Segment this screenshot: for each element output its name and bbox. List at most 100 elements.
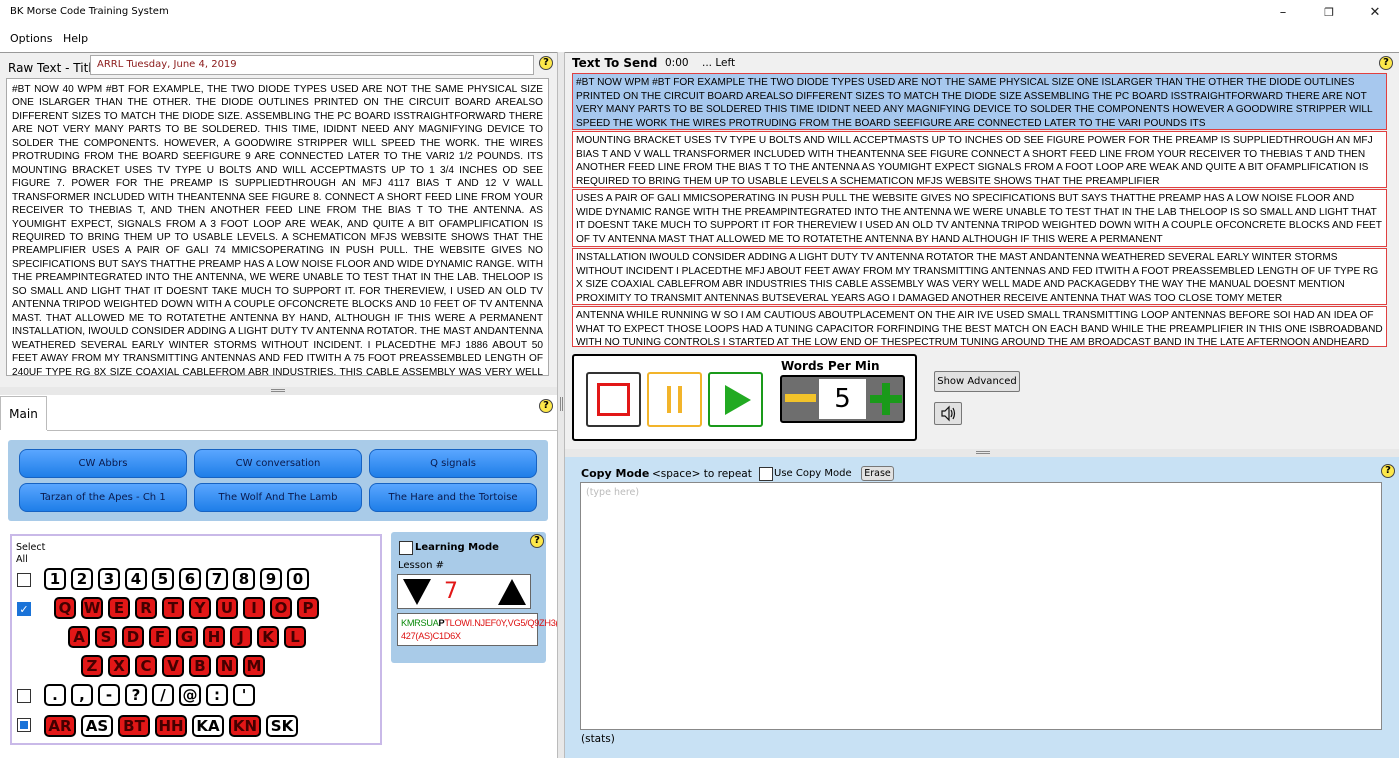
key-digits-5[interactable]: 6 — [179, 568, 201, 590]
tab-main[interactable]: Main — [0, 396, 47, 430]
key-row1-3[interactable]: R — [135, 597, 157, 619]
key-punct-2[interactable]: - — [98, 684, 120, 706]
key-row1-7[interactable]: I — [243, 597, 265, 619]
time-left: ... Left — [702, 57, 736, 69]
title-input[interactable]: ARRL Tuesday, June 4, 2019 — [90, 55, 534, 75]
key-digits-1[interactable]: 2 — [71, 568, 93, 590]
help-icon[interactable]: ? — [1379, 56, 1393, 70]
send-paragraph[interactable]: INSTALLATION IWOULD CONSIDER ADDING A LI… — [572, 248, 1387, 305]
key-row3-6[interactable]: M — [243, 655, 265, 677]
menu-help[interactable]: Help — [63, 32, 88, 45]
key-row1-1[interactable]: W — [81, 597, 103, 619]
send-paragraph[interactable]: ANTENNA WHILE RUNNING W SO I AM CAUTIOUS… — [572, 306, 1387, 347]
key-row1-6[interactable]: U — [216, 597, 238, 619]
copy-input[interactable]: (type here) — [580, 482, 1382, 730]
key-digits-8[interactable]: 9 — [260, 568, 282, 590]
prosigns-checkbox[interactable] — [17, 718, 31, 732]
vertical-splitter[interactable] — [557, 52, 565, 758]
key-punct-4[interactable]: / — [152, 684, 174, 706]
key-row1-0[interactable]: Q — [54, 597, 76, 619]
close-icon[interactable]: ✕ — [1352, 0, 1398, 26]
key-digits-3[interactable]: 4 — [125, 568, 147, 590]
key-row1-8[interactable]: O — [270, 597, 292, 619]
time-readout: 0:00 — [665, 57, 689, 69]
key-row2-3[interactable]: F — [149, 626, 171, 648]
send-paragraph[interactable]: MOUNTING BRACKET USES TV TYPE U BOLTS AN… — [572, 131, 1387, 188]
key-row1-2[interactable]: E — [108, 597, 130, 619]
library-button-cw-conversation[interactable]: CW conversation — [194, 449, 362, 478]
restore-icon[interactable]: ❐ — [1306, 0, 1352, 26]
key-row3-1[interactable]: X — [108, 655, 130, 677]
key-row2-7[interactable]: K — [257, 626, 279, 648]
play-button[interactable] — [708, 372, 763, 427]
horizontal-splitter[interactable] — [0, 387, 557, 395]
select-all-label: Select — [16, 542, 46, 553]
key-prosigns-3[interactable]: HH — [155, 715, 187, 737]
key-row3-4[interactable]: B — [189, 655, 211, 677]
key-row1-4[interactable]: T — [162, 597, 184, 619]
key-row2-2[interactable]: D — [122, 626, 144, 648]
key-row3-0[interactable]: Z — [81, 655, 103, 677]
library-button-cw-abbrs[interactable]: CW Abbrs — [19, 449, 187, 478]
library-panel: CW Abbrs CW conversation Q signals Tarza… — [8, 440, 548, 521]
pause-button[interactable] — [647, 372, 702, 427]
key-digits-4[interactable]: 5 — [152, 568, 174, 590]
erase-button[interactable]: Erase — [861, 466, 894, 481]
key-prosigns-2[interactable]: BT — [118, 715, 150, 737]
key-punct-3[interactable]: ? — [125, 684, 147, 706]
key-row2-1[interactable]: S — [95, 626, 117, 648]
show-advanced-button[interactable]: Show Advanced — [934, 371, 1020, 392]
letters-checkbox[interactable]: ✓ — [17, 602, 31, 616]
punctuation-checkbox[interactable] — [17, 689, 31, 703]
key-punct-7[interactable]: ' — [233, 684, 255, 706]
raw-text-area[interactable]: #BT NOW 40 WPM #BT FOR EXAMPLE, THE TWO … — [6, 78, 549, 376]
key-row1-9[interactable]: P — [297, 597, 319, 619]
library-button-tarzan[interactable]: Tarzan of the Apes - Ch 1 — [19, 483, 187, 512]
key-digits-7[interactable]: 8 — [233, 568, 255, 590]
key-digits-9[interactable]: 0 — [287, 568, 309, 590]
library-button-hare-tortoise[interactable]: The Hare and the Tortoise — [369, 483, 537, 512]
send-paragraph[interactable]: #BT NOW WPM #BT FOR EXAMPLE THE TWO DIOD… — [572, 73, 1387, 130]
key-digits-0[interactable]: 1 — [44, 568, 66, 590]
stop-button[interactable] — [586, 372, 641, 427]
help-icon[interactable]: ? — [530, 534, 544, 548]
help-icon[interactable]: ? — [539, 399, 553, 413]
lesson-down-icon[interactable] — [401, 577, 433, 607]
digits-checkbox[interactable] — [17, 573, 31, 587]
help-icon[interactable]: ? — [1381, 464, 1395, 478]
key-prosigns-5[interactable]: KN — [229, 715, 261, 737]
help-icon[interactable]: ? — [539, 56, 553, 70]
key-prosigns-0[interactable]: AR — [44, 715, 76, 737]
lesson-up-icon[interactable] — [496, 577, 528, 607]
key-row3-5[interactable]: N — [216, 655, 238, 677]
key-row2-5[interactable]: H — [203, 626, 225, 648]
minus-icon[interactable] — [785, 394, 816, 402]
library-button-wolf-lamb[interactable]: The Wolf And The Lamb — [194, 483, 362, 512]
key-punct-1[interactable]: , — [71, 684, 93, 706]
key-digits-6[interactable]: 7 — [206, 568, 228, 590]
key-row2-0[interactable]: A — [68, 626, 90, 648]
use-copy-mode-checkbox[interactable] — [759, 467, 773, 481]
key-prosigns-4[interactable]: KA — [192, 715, 224, 737]
key-row3-2[interactable]: C — [135, 655, 157, 677]
minimize-icon[interactable]: – — [1260, 0, 1306, 26]
key-row2-6[interactable]: J — [230, 626, 252, 648]
key-punct-6[interactable]: : — [206, 684, 228, 706]
send-paragraph[interactable]: USES A PAIR OF GALI MMICSOPERATING IN PU… — [572, 189, 1387, 247]
key-punct-0[interactable]: . — [44, 684, 66, 706]
raw-text-title-label: Raw Text - Title — [8, 61, 100, 75]
key-prosigns-1[interactable]: AS — [81, 715, 113, 737]
key-row1-5[interactable]: Y — [189, 597, 211, 619]
key-punct-5[interactable]: @ — [179, 684, 201, 706]
learning-mode-checkbox[interactable] — [399, 541, 413, 555]
key-row2-4[interactable]: G — [176, 626, 198, 648]
speaker-icon[interactable] — [934, 402, 962, 425]
menu-options[interactable]: Options — [10, 32, 52, 45]
key-prosigns-6[interactable]: SK — [266, 715, 298, 737]
library-button-q-signals[interactable]: Q signals — [369, 449, 537, 478]
key-digits-2[interactable]: 3 — [98, 568, 120, 590]
plus-icon[interactable] — [870, 380, 902, 418]
key-row2-8[interactable]: L — [284, 626, 306, 648]
horizontal-splitter-right[interactable] — [565, 449, 1399, 457]
key-row3-3[interactable]: V — [162, 655, 184, 677]
